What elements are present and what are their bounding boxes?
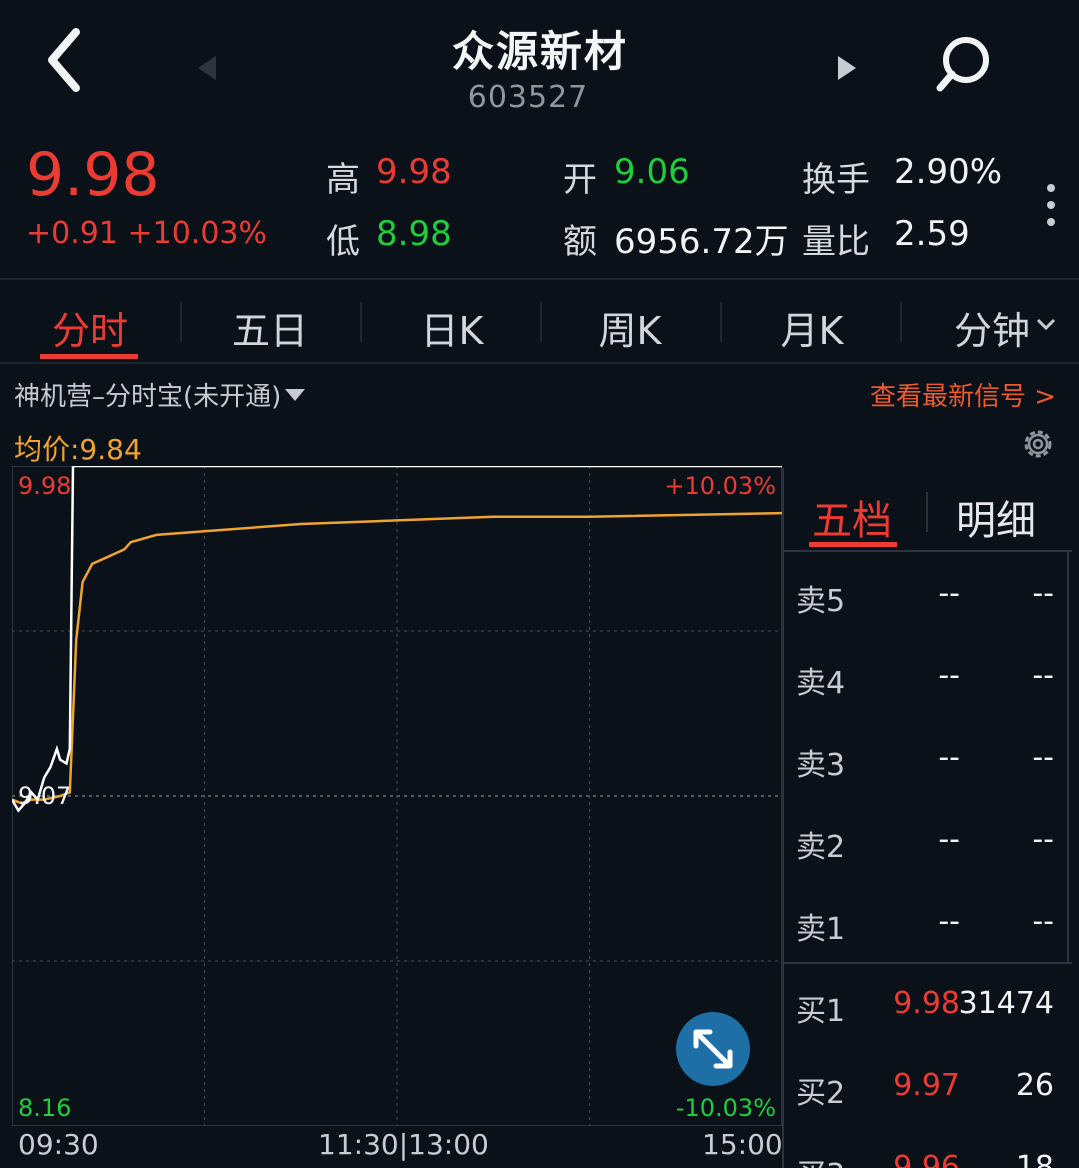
order-book-panel: 五档 明细 卖5 -- -- 卖4 -- -- 卖3 -- -- 卖2 -- -… (782, 468, 1079, 1168)
tab-weekly-k[interactable]: 周K (580, 300, 680, 355)
expand-arrows-icon (693, 1029, 733, 1069)
ask-row: 卖1 -- -- (782, 884, 1072, 964)
active-tab-indicator (40, 354, 138, 359)
bid-price: 9.97 (893, 1068, 960, 1103)
ask-label: 卖5 (796, 584, 846, 619)
current-price: 9.98 (26, 140, 160, 210)
high-value: 9.98 (376, 152, 452, 192)
intraday-chart-svg: 9.98 9.07 8.16 +10.03% -10.03% (10, 464, 783, 1126)
divider (782, 962, 1072, 964)
ask-volume: -- (1032, 822, 1054, 857)
ask-label: 卖3 (796, 748, 846, 783)
tab-daily-k[interactable]: 日K (402, 300, 502, 355)
ask-row: 卖2 -- -- (782, 802, 1072, 882)
quote-panel: 9.98 +0.91 +10.03% 高 9.98 低 8.98 开 9.06 … (0, 130, 1079, 280)
low-value: 8.98 (376, 214, 452, 254)
y-label-top: 9.98 (18, 472, 71, 500)
ask-label: 卖4 (796, 666, 846, 701)
chevron-down-icon[interactable] (1034, 312, 1058, 336)
tab-five-level[interactable]: 五档 (812, 488, 892, 546)
ask-row: 卖5 -- -- (782, 556, 1072, 636)
search-icon[interactable] (928, 30, 998, 100)
ask-price: -- (938, 904, 960, 939)
high-label: 高 (326, 160, 360, 200)
price-change: +0.91 +10.03% (26, 216, 267, 251)
tab-monthly-k[interactable]: 月K (762, 300, 862, 355)
bid-row: 买2 9.97 26 (782, 1048, 1072, 1128)
y-label-prev-close: 9.07 (18, 782, 71, 810)
bid-label: 买2 (796, 1076, 846, 1111)
turnover-label: 换手 (802, 160, 870, 200)
ask-volume: -- (1032, 576, 1054, 611)
stock-name: 众源新材 (451, 27, 628, 76)
y-label-bottom: 8.16 (18, 1094, 71, 1122)
volume-ratio-value: 2.59 (894, 214, 970, 254)
ask-row: 卖4 -- -- (782, 638, 1072, 718)
ask-label: 卖2 (796, 830, 846, 865)
time-axis: 09:30 11:30|13:00 15:00 (0, 1126, 783, 1168)
divider (0, 278, 1079, 280)
ask-volume: -- (1032, 904, 1054, 939)
amount-label: 额 (563, 222, 597, 262)
bid-row: 买1 9.98 31474 (782, 966, 1072, 1046)
average-price: 均价:9.84 (14, 433, 142, 466)
open-label: 开 (563, 160, 597, 200)
divider (0, 362, 1079, 364)
chart-tabs: 分时 五日 日K 周K 月K 分钟 (0, 282, 1079, 364)
ask-price: -- (938, 576, 960, 611)
active-tab-indicator (809, 542, 897, 547)
gear-icon[interactable] (1018, 424, 1058, 464)
volume-ratio-label: 量比 (802, 222, 870, 262)
time-tick: 09:30 (18, 1128, 99, 1161)
tab-separator (926, 492, 928, 532)
bid-volume: 18 (1015, 1150, 1054, 1168)
time-tick: 11:30|13:00 (318, 1128, 489, 1161)
previous-stock-triangle-icon[interactable] (188, 48, 228, 88)
ask-label: 卖1 (796, 912, 846, 947)
tab-five-day[interactable]: 五日 (220, 300, 320, 355)
next-stock-triangle-icon[interactable] (826, 48, 866, 88)
ask-row: 卖3 -- -- (782, 720, 1072, 800)
pct-label-bottom: -10.03% (676, 1094, 776, 1122)
bid-price: 9.96 (893, 1150, 960, 1168)
tab-detail[interactable]: 明细 (956, 488, 1036, 546)
average-price-line (11, 511, 783, 805)
tab-intraday[interactable]: 分时 (40, 300, 140, 355)
ask-volume: -- (1032, 740, 1054, 775)
ask-price: -- (938, 822, 960, 857)
tab-separator (180, 302, 182, 342)
bid-volume: 26 (1015, 1068, 1054, 1103)
fullscreen-button[interactable] (676, 1012, 750, 1086)
ask-price: -- (938, 740, 960, 775)
ask-volume: -- (1032, 658, 1054, 693)
latest-signal-link[interactable]: 查看最新信号 > (870, 376, 1056, 413)
bid-label: 买1 (796, 994, 846, 1029)
bid-price: 9.98 (893, 986, 960, 1021)
tab-minute[interactable]: 分钟 (950, 300, 1034, 355)
bid-volume: 31474 (958, 986, 1054, 1021)
header: 众源新材 603527 (0, 0, 1079, 130)
turnover-value: 2.90% (894, 152, 1003, 192)
more-vertical-icon[interactable] (1036, 180, 1066, 230)
pct-label-top: +10.03% (664, 472, 776, 500)
tab-separator (360, 302, 362, 342)
open-value: 9.06 (614, 152, 690, 192)
ask-price: -- (938, 658, 960, 693)
intraday-chart[interactable]: 9.98 9.07 8.16 +10.03% -10.03% (10, 464, 783, 1126)
low-label: 低 (326, 222, 360, 262)
bid-row: 买3 9.96 18 (782, 1130, 1072, 1168)
subscription-dropdown[interactable]: 神机营–分时宝(未开通) (14, 376, 307, 413)
time-tick: 15:00 (702, 1128, 783, 1161)
tab-separator (540, 302, 542, 342)
amount-value: 6956.72万 (614, 222, 789, 262)
caret-down-icon (283, 382, 307, 412)
tab-separator (720, 302, 722, 342)
stock-code: 603527 (467, 80, 589, 115)
subscription-label: 神机营–分时宝(未开通) (14, 382, 282, 412)
back-chevron-icon[interactable] (30, 22, 100, 102)
tab-separator (900, 302, 902, 342)
bid-label: 买3 (796, 1150, 845, 1168)
